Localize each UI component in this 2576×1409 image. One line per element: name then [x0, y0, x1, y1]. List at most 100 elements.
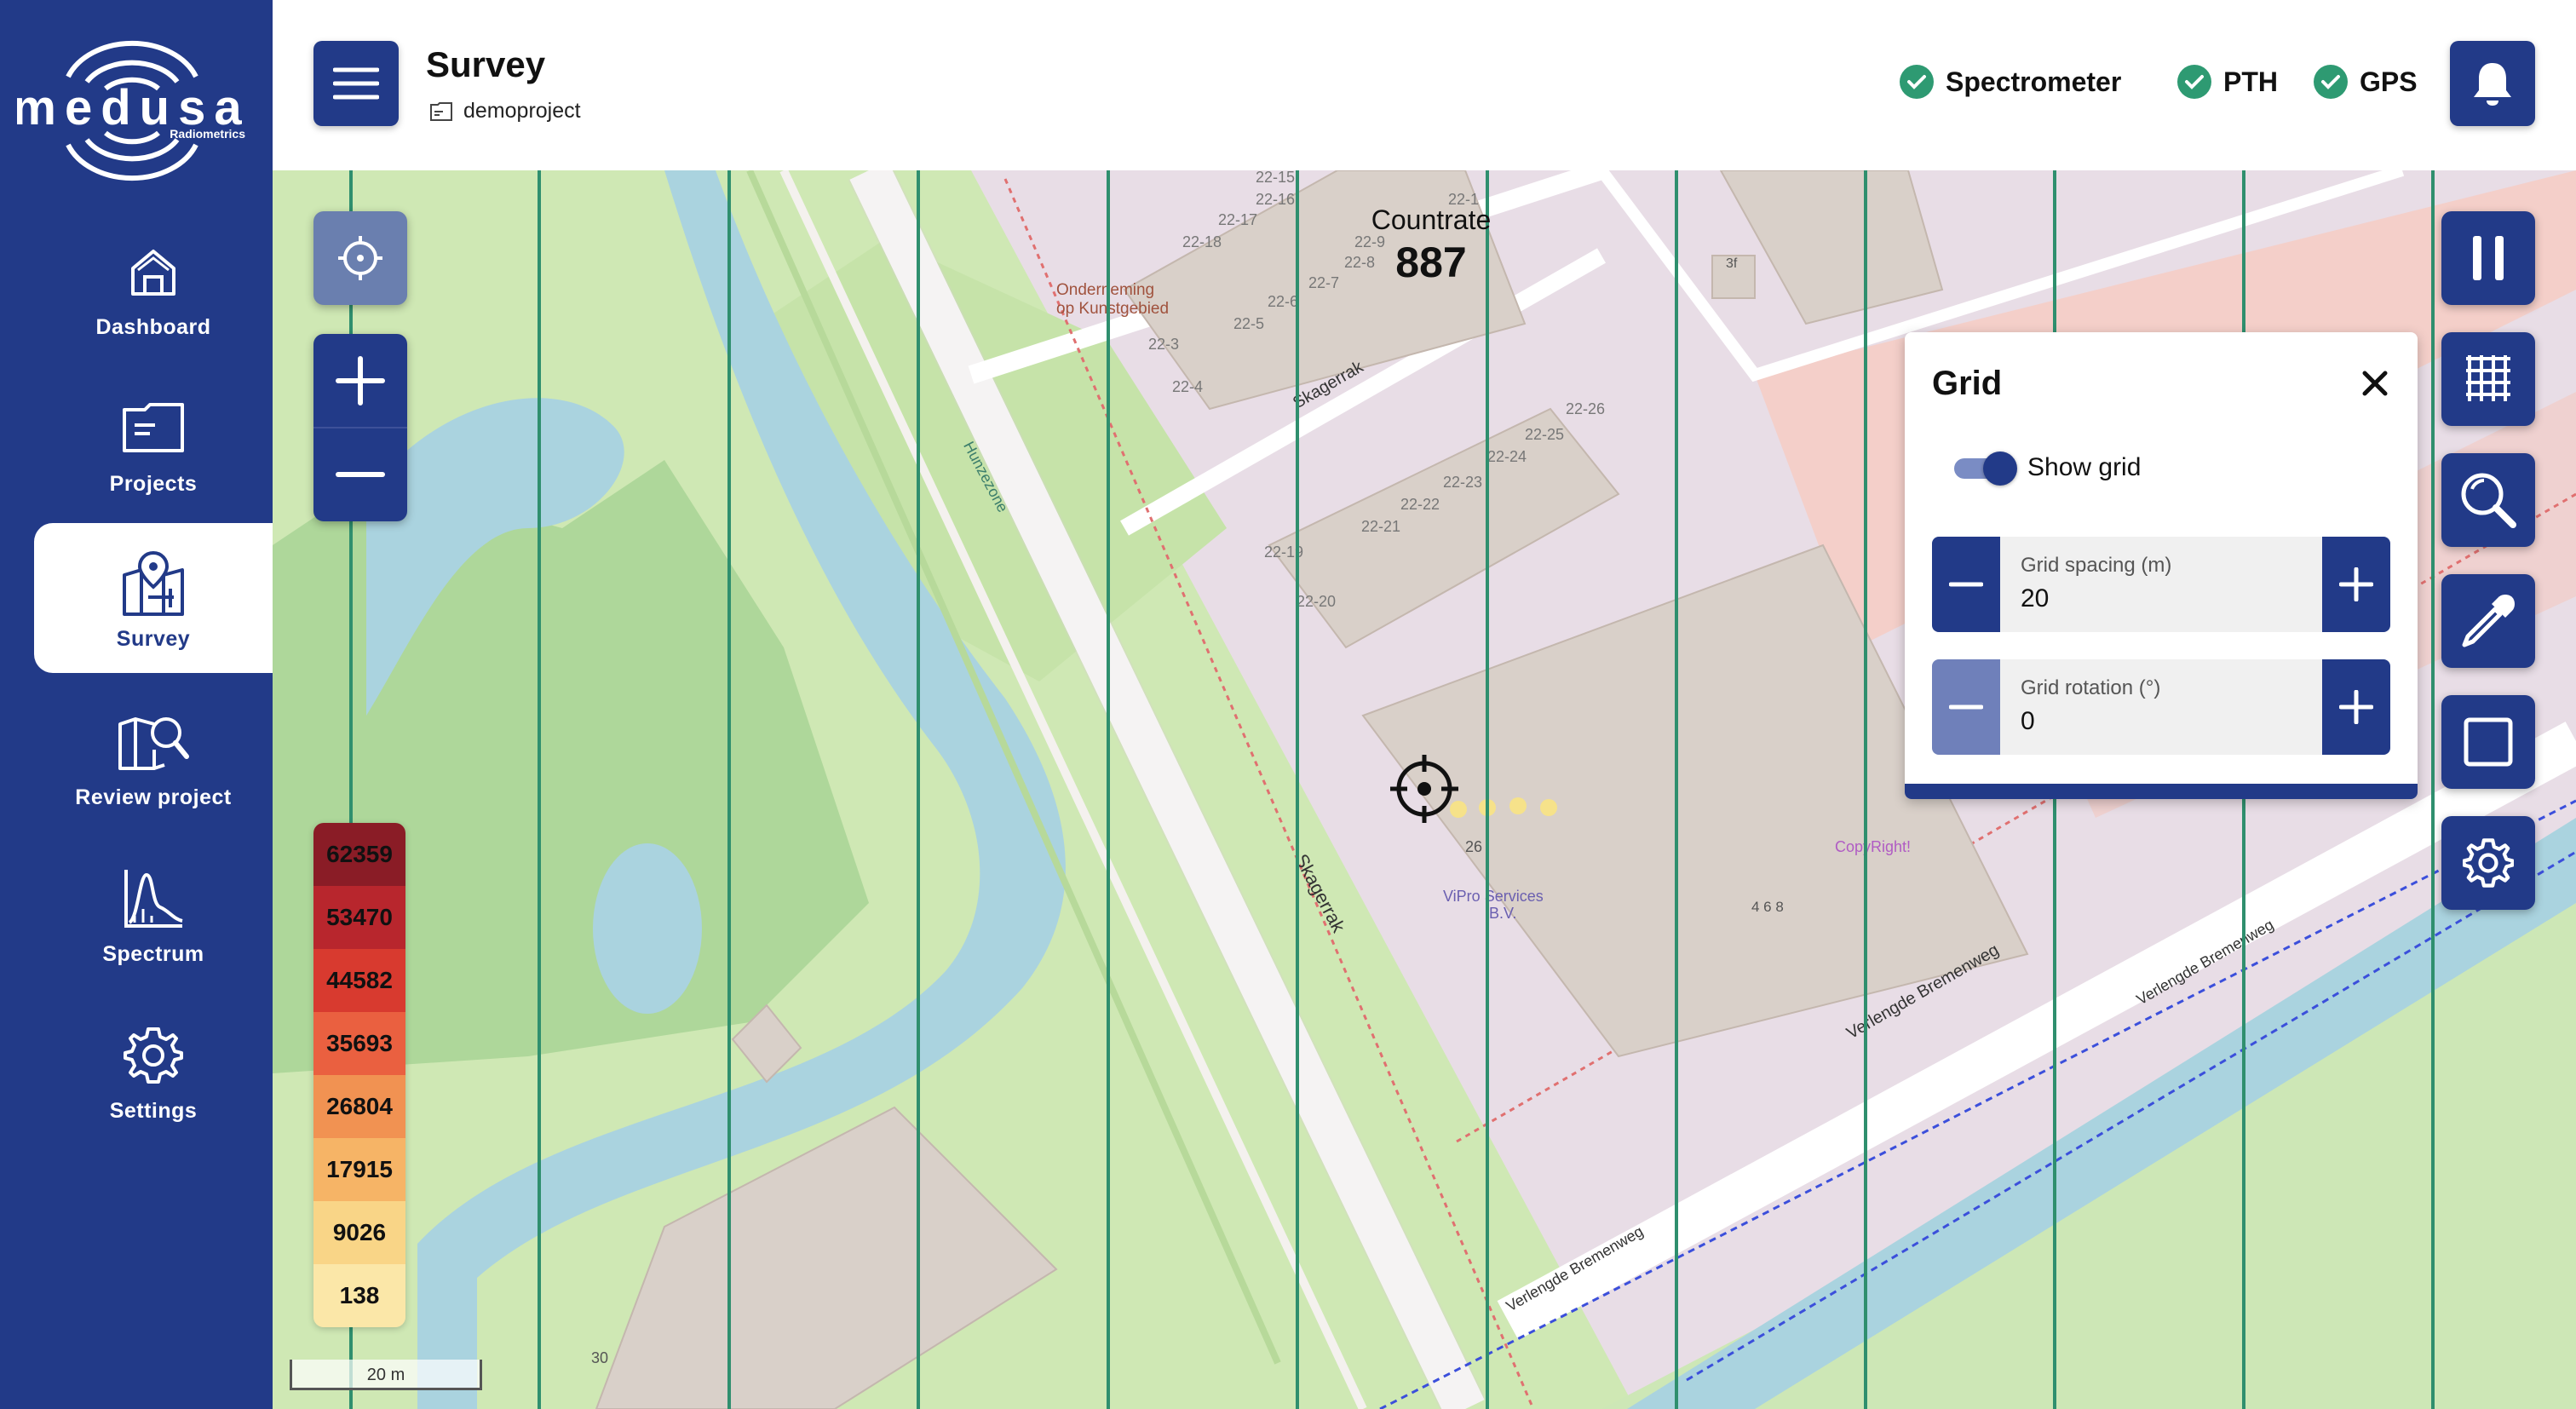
sidebar-item-review-project[interactable]: Review project: [34, 681, 273, 831]
spacing-decrease-button[interactable]: [1932, 537, 2000, 632]
zoom-out-button[interactable]: [313, 428, 407, 520]
spacing-label: Grid spacing (m): [2021, 554, 2172, 577]
grid-panel: Grid Show grid Grid spacing (m) 20 Grid …: [1905, 332, 2418, 799]
countrate-label: Countrate: [1371, 204, 1492, 235]
house-number: 22-4: [1172, 378, 1203, 395]
pause-icon: [2473, 236, 2504, 280]
sidebar-item-label: Settings: [109, 1099, 198, 1123]
house-number: 22-22: [1400, 496, 1440, 513]
sidebar-item-label: Dashboard: [95, 315, 211, 339]
minus-icon: [1949, 582, 1983, 587]
spacing-field: Grid spacing (m): [2000, 537, 2322, 632]
house-number: 22-25: [1525, 426, 1564, 443]
grid-rotation-stepper: Grid rotation (°): [1932, 659, 2390, 755]
minus-icon: [1949, 704, 1983, 710]
house-number: 22-7: [1308, 274, 1339, 291]
logo-arcs: medusa Radiometrics: [12, 40, 245, 181]
zoom-control: [313, 334, 407, 521]
sidebar-item-label: Survey: [116, 627, 191, 651]
sidebar-item-projects[interactable]: Projects: [34, 368, 273, 518]
toggle-knob: [1983, 451, 2017, 486]
check-icon: [2314, 65, 2348, 99]
project-indicator: demoproject: [429, 99, 581, 124]
sidebar-item-label: Projects: [109, 472, 198, 496]
house-number: 3f: [1726, 256, 1738, 271]
house-number: 22-17: [1218, 211, 1257, 228]
sidebar-item-dashboard[interactable]: Dashboard: [34, 211, 273, 361]
grid-spacing-stepper: Grid spacing (m): [1932, 537, 2390, 632]
house-number: 22-6: [1268, 293, 1298, 310]
eyedropper-icon: [2462, 595, 2515, 647]
bell-icon: [2474, 63, 2511, 106]
close-icon: [2362, 371, 2388, 396]
folder-icon: [430, 101, 452, 121]
poi-label: B.V.: [1489, 905, 1516, 922]
plus-icon: [2339, 567, 2373, 601]
notifications-button[interactable]: [2450, 41, 2535, 126]
pause-button[interactable]: [2441, 211, 2535, 305]
crosshair-icon: [338, 236, 382, 280]
rotation-decrease-button[interactable]: [1932, 659, 2000, 755]
sidebar-item-label: Spectrum: [102, 942, 204, 966]
gear-icon: [2463, 838, 2514, 888]
house-number: 22-18: [1182, 233, 1222, 250]
house-number: 22-16: [1256, 191, 1295, 208]
poi-label: Onderneming: [1056, 281, 1154, 299]
house-number: 26: [1465, 838, 1482, 855]
gear-icon: [34, 1017, 273, 1094]
rotation-increase-button[interactable]: [2322, 659, 2390, 755]
top-header: Survey demoproject Spectrometer PTH GPS: [273, 0, 2576, 170]
sidebar: medusa Radiometrics Dashboard Projects S…: [0, 0, 273, 1409]
rotation-label: Grid rotation (°): [2021, 676, 2161, 699]
folder-icon: [34, 390, 273, 467]
spacing-input[interactable]: [2021, 584, 2276, 613]
poi-label: op Kunstgebied: [1056, 300, 1169, 318]
legend-cell: 9026: [313, 1201, 405, 1264]
legend-cell: 138: [313, 1264, 405, 1327]
show-grid-label: Show grid: [2027, 453, 2142, 481]
sidebar-item-survey[interactable]: Survey: [34, 523, 273, 673]
locate-button[interactable]: [313, 211, 407, 305]
inspect-button[interactable]: [2441, 453, 2535, 547]
status-gps: GPS: [2314, 65, 2418, 99]
sidebar-item-spectrum[interactable]: Spectrum: [34, 838, 273, 988]
spacing-increase-button[interactable]: [2322, 537, 2390, 632]
legend-cell: 53470: [313, 886, 405, 949]
map-settings-button[interactable]: [2441, 816, 2535, 910]
check-icon: [2177, 65, 2211, 99]
panel-bottom-bar: [1905, 784, 2418, 799]
poi-label: ViPro Services: [1443, 888, 1544, 905]
sidebar-item-settings[interactable]: Settings: [34, 995, 273, 1145]
project-name: demoproject: [463, 99, 581, 123]
magnifier-icon: [2461, 473, 2516, 528]
zoom-in-button[interactable]: [313, 335, 407, 428]
poi-label: CopyRight!: [1835, 838, 1911, 855]
map-pin-icon: [34, 545, 273, 622]
eyedropper-button[interactable]: [2441, 574, 2535, 668]
page-title: Survey: [426, 44, 546, 84]
house-number: 30: [591, 1349, 608, 1366]
rotation-input[interactable]: [2021, 707, 2276, 736]
house-number: 22-21: [1361, 518, 1400, 535]
house-number: 22-20: [1297, 593, 1336, 610]
legend-cell: 44582: [313, 949, 405, 1012]
check-icon: [1900, 65, 1934, 99]
countrate-legend: 62359 53470 44582 35693 26804 17915 9026…: [313, 823, 405, 1327]
hamburger-icon: [333, 67, 379, 100]
menu-button[interactable]: [313, 41, 399, 126]
house-number: 4 6 8: [1751, 899, 1784, 915]
grid-button[interactable]: [2441, 332, 2535, 426]
house-number: 22-26: [1566, 400, 1605, 417]
area-button[interactable]: [2441, 695, 2535, 789]
house-icon: [34, 233, 273, 310]
legend-cell: 35693: [313, 1012, 405, 1075]
house-number: 22-3: [1148, 336, 1179, 353]
house-number: 22-23: [1443, 474, 1482, 491]
house-number: 22-24: [1487, 448, 1527, 465]
rotation-field: Grid rotation (°): [2000, 659, 2322, 755]
survey-map[interactable]: Skagerrak Skagerrak Hunzezone Verlengde …: [273, 170, 2576, 1409]
legend-cell: 26804: [313, 1075, 405, 1138]
legend-cell: 62359: [313, 823, 405, 886]
show-grid-toggle[interactable]: [1952, 451, 2017, 486]
close-button[interactable]: [2358, 366, 2392, 400]
